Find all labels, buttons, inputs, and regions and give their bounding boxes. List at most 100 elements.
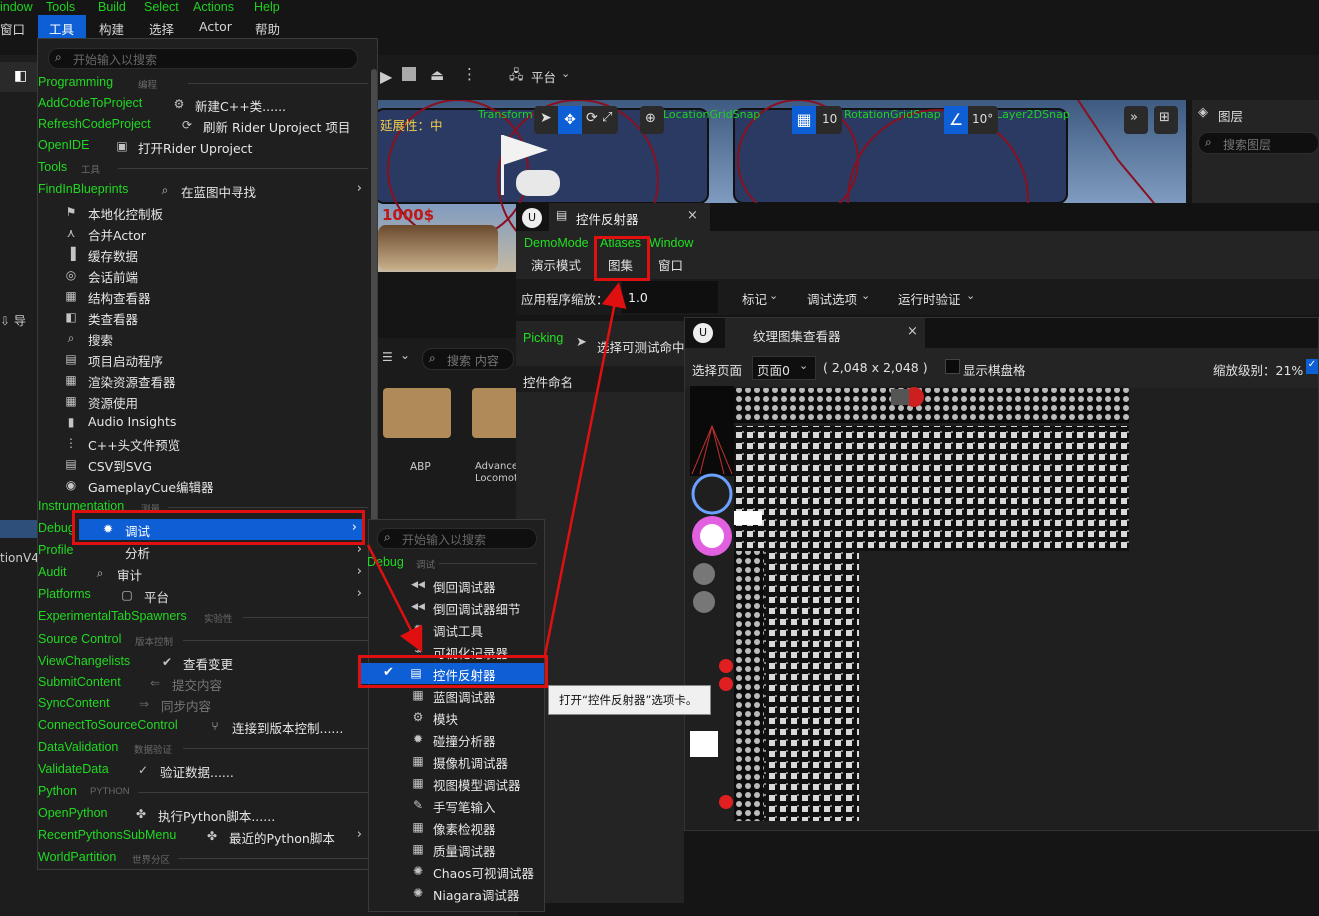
atlas-tab[interactable]: 纹理图集查看器 × <box>725 318 925 348</box>
select-mode-icon[interactable]: ◧ <box>14 68 27 84</box>
submenu-item-viewmodel-debugger[interactable]: ▦ 视图模型调试器 <box>369 773 544 794</box>
widget-name-column[interactable]: 控件命名 <box>523 372 573 391</box>
menu-tools-en[interactable]: Tools <box>46 0 75 14</box>
submenu-item-blueprint-debugger[interactable]: ▦ 蓝图调试器 <box>369 685 544 706</box>
menu-window-en[interactable]: indow <box>0 0 33 14</box>
menu-actor[interactable]: Actor <box>199 19 232 34</box>
submenu-item-camera-debugger[interactable]: ▦ 摄像机调试器 <box>369 751 544 772</box>
play-icon[interactable]: ▶ <box>380 67 392 86</box>
platform-button[interactable]: 平台 <box>531 67 556 86</box>
menu-item-class-viewer[interactable]: ◧ 类查看器 <box>38 307 368 328</box>
world-local-button[interactable]: ⊕ <box>640 106 664 134</box>
menu-item-render-resource-viewer[interactable]: ▦ 渲染资源查看器 <box>38 370 368 391</box>
menu-item-gameplaycue-editor[interactable]: ◉ GameplayCue编辑器 <box>38 475 368 496</box>
menu-item-submit-content[interactable]: SubmitContent ⇐ 提交内容 <box>38 673 368 694</box>
menu-item-audio-insights[interactable]: ▮ Audio Insights <box>38 412 368 433</box>
submenu-item-quality-debugger[interactable]: ▦ 质量调试器 <box>369 839 544 860</box>
flags-dropdown[interactable]: 标记 <box>742 289 767 308</box>
menu-help[interactable]: 帮助 <box>255 19 280 38</box>
menu-select[interactable]: 选择 <box>149 19 174 38</box>
filter-icon[interactable]: ☰ <box>382 350 393 364</box>
checkerboard-checkbox[interactable] <box>945 359 960 374</box>
tools-menu-search[interactable]: ⌕ 开始输入以搜索 <box>48 48 358 69</box>
page-select-dropdown[interactable]: 页面0 ⌄ <box>752 356 816 380</box>
menu-item-struct-viewer[interactable]: ▦ 结构查看器 <box>38 286 368 307</box>
app-scale-value[interactable]: 1.0 <box>628 290 648 305</box>
menu-actions-en[interactable]: Actions <box>193 0 234 14</box>
angle-icon[interactable]: ∠ <box>944 106 968 134</box>
page-select-value[interactable]: 页面0 <box>757 360 790 379</box>
menu-item-audit[interactable]: Audit ⌕ 审计 › <box>38 563 368 584</box>
menu-item-refresh-code[interactable]: RefreshCodeProject ⟳ 刷新 Rider Uproject 项… <box>38 115 368 136</box>
menu-demomode-en[interactable]: DemoMode <box>524 236 589 250</box>
debug-options-dropdown[interactable]: 调试选项 <box>807 289 857 308</box>
submenu-item-niagara-debugger[interactable]: ✺ Niagara调试器 <box>369 883 544 904</box>
submenu-item-stylus-input[interactable]: ✎ 手写笔输入 <box>369 795 544 816</box>
menu-item-platforms[interactable]: Platforms ▢ 平台 › <box>38 585 368 606</box>
menu-item-connect-source-control[interactable]: ConnectToSourceControl ⑂ 连接到版本控制...... <box>38 716 368 737</box>
eject-icon[interactable]: ⏏ <box>430 66 444 84</box>
app-scale-input[interactable]: 1.0 <box>622 281 718 313</box>
menu-window[interactable]: 窗口 <box>658 255 683 274</box>
rotation-snap-control[interactable]: ∠ 10° <box>944 106 998 134</box>
menu-item-csv-to-svg[interactable]: ▤ CSV到SVG <box>38 454 368 475</box>
tools-menu-search-placeholder[interactable]: 开始输入以搜索 <box>73 51 157 68</box>
menu-build-en[interactable]: Build <box>98 0 126 14</box>
menu-item-resource-usage[interactable]: ▦ 资源使用 <box>38 391 368 412</box>
menu-item-open-ide[interactable]: OpenIDE ▣ 打开Rider Uproject <box>38 136 368 157</box>
select-cursor-icon[interactable]: ➤ <box>540 110 552 126</box>
menu-demomode[interactable]: 演示模式 <box>531 255 581 274</box>
atlas-texture[interactable] <box>690 386 1130 826</box>
menu-build[interactable]: 构建 <box>99 19 124 38</box>
zoom-checkbox[interactable]: ✓ <box>1306 359 1318 374</box>
submenu-item-pixel-inspector[interactable]: ▦ 像素检视器 <box>369 817 544 838</box>
grid-icon[interactable]: ▦ <box>792 106 816 134</box>
submenu-item-rewind-debugger[interactable]: ◀◀ 倒回调试器 <box>369 575 544 596</box>
menu-item-cpp-header-preview[interactable]: ⋮ C++头文件预览 <box>38 433 368 454</box>
grid-snap-control[interactable]: ▦ 10 <box>792 106 842 134</box>
folder-icon[interactable] <box>472 388 520 438</box>
submenu-item-debug-tools[interactable]: ✹ 调试工具 <box>369 619 544 640</box>
menu-item-view-changelists[interactable]: ViewChangelists ✔ 查看变更 <box>38 652 368 673</box>
close-icon[interactable]: × <box>687 208 698 223</box>
menu-window[interactable]: 窗口 <box>0 19 25 38</box>
menu-item-localization[interactable]: ⚑ 本地化控制板 <box>38 202 368 223</box>
menu-item-sync-content[interactable]: SyncContent ⇒ 同步内容 <box>38 694 368 715</box>
grid-snap-value[interactable]: 10 <box>822 112 837 126</box>
menu-item-find-in-blueprints[interactable]: FindInBlueprints ⌕ 在蓝图中寻找 › <box>38 180 368 201</box>
menu-select-en[interactable]: Select <box>144 0 179 14</box>
content-search-placeholder[interactable]: 搜索 内容 <box>447 352 499 369</box>
layers-search-placeholder[interactable]: 搜索图层 <box>1223 136 1271 153</box>
menu-tools[interactable]: 工具 <box>49 19 74 38</box>
menu-window-en[interactable]: Window <box>649 236 693 250</box>
menu-item-add-code[interactable]: AddCodeToProject ⚙ 新建C++类...... <box>38 94 368 115</box>
submenu-item-rewind-debugger-details[interactable]: ◀◀ 倒回调试器细节 <box>369 597 544 618</box>
reflector-tab[interactable]: ▤ 控件反射器 × <box>549 203 710 231</box>
more-options-icon[interactable]: ⋮ <box>462 65 477 83</box>
submenu-search[interactable]: ⌕ 开始输入以搜索 <box>377 528 537 549</box>
menu-item-merge-actor[interactable]: ⋏ 合并Actor <box>38 223 368 244</box>
menu-item-validate-data[interactable]: ValidateData ✓ 验证数据...... <box>38 760 368 781</box>
close-icon[interactable]: × <box>907 324 918 339</box>
folder-icon[interactable] <box>383 388 451 438</box>
menu-item-recent-python[interactable]: RecentPythonsSubMenu ✤ 最近的Python脚本 › <box>38 826 368 847</box>
submenu-item-chaos-visual-debugger[interactable]: ✺ Chaos可视调试器 <box>369 861 544 882</box>
menu-item-session-frontend[interactable]: ◎ 会话前端 <box>38 265 368 286</box>
expand-button[interactable]: » <box>1124 106 1148 134</box>
layout-button[interactable]: ⊞ <box>1154 106 1178 134</box>
rotate-icon[interactable]: ⟳ <box>586 110 598 126</box>
layers-search[interactable]: ⌕ 搜索图层 <box>1198 132 1319 154</box>
menu-item-cache-data[interactable]: ▐ 缓存数据 <box>38 244 368 265</box>
rotation-snap-value[interactable]: 10° <box>972 112 993 126</box>
pick-hittestable-button[interactable]: 选择可测试命中 <box>597 337 685 356</box>
menu-item-project-launcher[interactable]: ▤ 项目启动程序 <box>38 349 368 370</box>
submenu-item-collision-analyzer[interactable]: ✹ 碰撞分析器 <box>369 729 544 750</box>
menu-help-en[interactable]: Help <box>254 0 280 14</box>
menu-item-search[interactable]: ⌕ 搜索 <box>38 328 368 349</box>
submenu-item-modules[interactable]: ⚙ 模块 <box>369 707 544 728</box>
menu-item-open-python[interactable]: OpenPython ✤ 执行Python脚本...... <box>38 804 368 825</box>
content-search[interactable]: ⌕ 搜索 内容 <box>422 348 514 370</box>
runtime-validation-dropdown[interactable]: 运行时验证 <box>898 289 961 308</box>
scale-icon[interactable]: ⤢ <box>602 110 612 125</box>
submenu-search-placeholder[interactable]: 开始输入以搜索 <box>402 531 486 548</box>
